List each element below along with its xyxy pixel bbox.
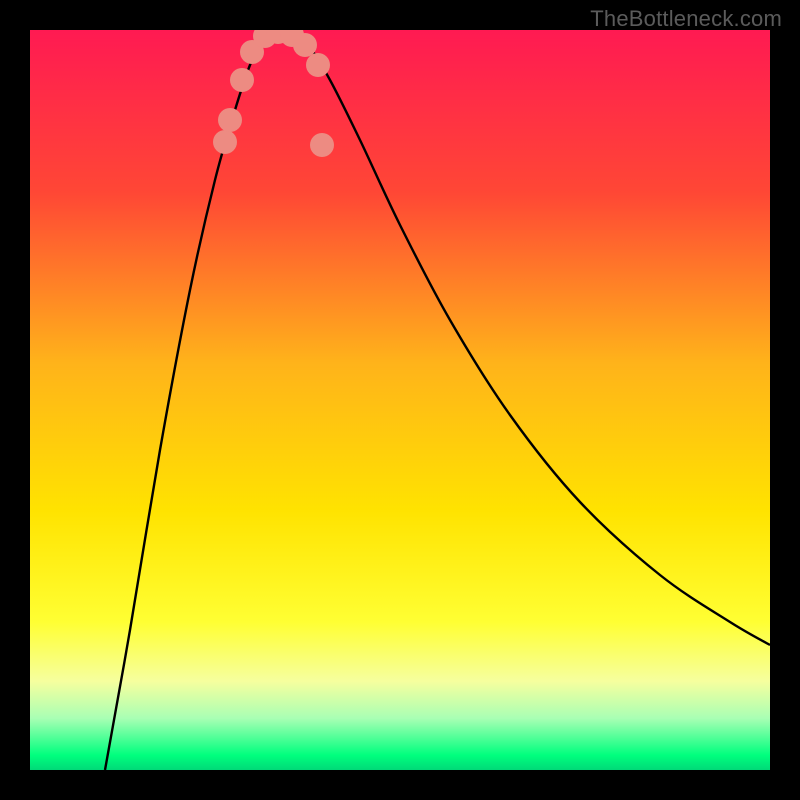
data-marker bbox=[218, 108, 242, 132]
chart-frame bbox=[30, 30, 770, 770]
data-marker bbox=[230, 68, 254, 92]
data-marker bbox=[310, 133, 334, 157]
data-marker bbox=[306, 53, 330, 77]
gradient-background bbox=[30, 30, 770, 770]
bottleneck-chart bbox=[30, 30, 770, 770]
data-marker bbox=[293, 33, 317, 57]
data-marker bbox=[213, 130, 237, 154]
watermark-text: TheBottleneck.com bbox=[590, 6, 782, 32]
